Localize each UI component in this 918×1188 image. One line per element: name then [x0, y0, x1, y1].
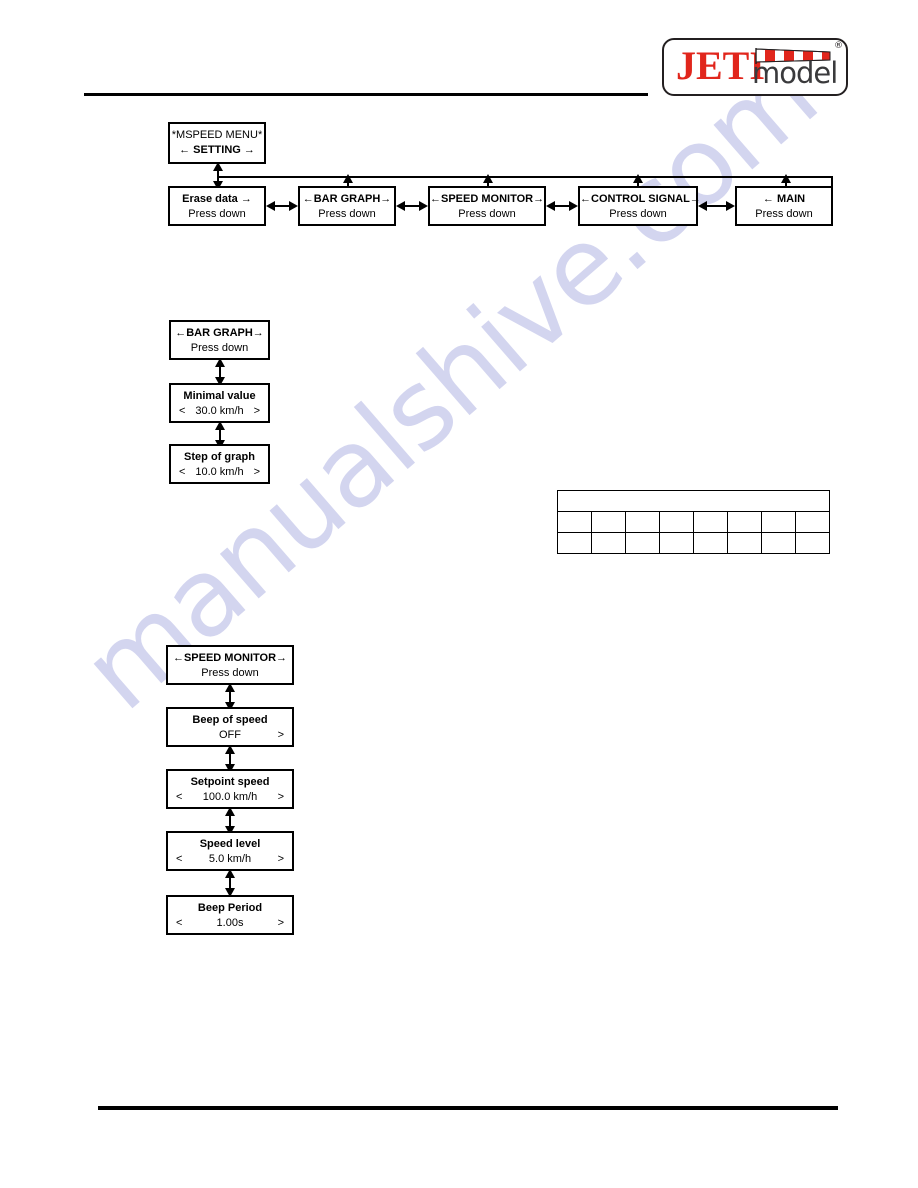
step-value-row[interactable]: < 10.0 km/h > — [171, 465, 268, 480]
menu-box-line1: ←BAR GRAPH→ — [175, 327, 264, 339]
step-title: Beep of speed — [192, 714, 268, 726]
table-cell — [727, 532, 762, 554]
menu-box-control-signal[interactable]: ←CONTROL SIGNAL→ Press down — [578, 186, 701, 226]
speedmonitor-step-beep-period[interactable]: Beep Period < 1.00s > — [166, 895, 294, 935]
menu-box-line2: ← SETTING → — [179, 144, 255, 156]
step-title: Beep Period — [197, 902, 263, 914]
header-divider — [84, 93, 648, 96]
increment-chevron-icon[interactable]: > — [278, 728, 284, 743]
decrement-chevron-icon[interactable]: < — [176, 790, 182, 805]
table-cell — [727, 511, 762, 533]
step-value-row[interactable]: < 1.00s > — [168, 916, 292, 931]
speedmonitor-step-beep-of-speed[interactable]: Beep of speed OFF > — [166, 707, 294, 747]
increment-chevron-icon[interactable]: > — [278, 790, 284, 805]
menu-box-line1: ←SPEED MONITOR→ — [430, 193, 545, 205]
step-value-row[interactable]: < 30.0 km/h > — [171, 404, 268, 419]
table-cell — [795, 511, 830, 533]
bargraph-step-step-of-graph[interactable]: Step of graph < 10.0 km/h > — [169, 444, 270, 484]
step-value: OFF — [219, 729, 241, 741]
menu-box-line1: ←BAR GRAPH→ — [302, 193, 392, 205]
step-value: 100.0 km/h — [202, 791, 258, 803]
menu-box-speed-monitor[interactable]: ←SPEED MONITOR→ Press down — [428, 186, 546, 226]
step-value-row[interactable]: < 100.0 km/h > — [168, 790, 292, 805]
arrow-erase-to-bargraph — [266, 201, 298, 211]
menu-box-line2: Press down — [318, 208, 376, 220]
decrement-chevron-icon[interactable]: < — [179, 465, 185, 480]
speedmonitor-step-speed-level[interactable]: Speed level < 5.0 km/h > — [166, 831, 294, 871]
menu-box-line2: Press down — [609, 208, 667, 220]
table-cell — [761, 532, 796, 554]
increment-chevron-icon[interactable]: > — [254, 404, 260, 419]
table-cell — [557, 532, 592, 554]
table-cell — [693, 532, 728, 554]
increment-chevron-icon[interactable]: > — [278, 852, 284, 867]
decrement-chevron-icon[interactable]: < — [179, 404, 185, 419]
bargraph-step-minimal-value[interactable]: Minimal value < 30.0 km/h > — [169, 383, 270, 423]
table-cell — [557, 511, 592, 533]
decrement-chevron-icon[interactable]: < — [176, 916, 182, 931]
menu-box-erase-data[interactable]: Erase data → Press down — [168, 186, 266, 226]
bargraph-branch-head[interactable]: ←BAR GRAPH→ Press down — [169, 320, 270, 360]
table-cell — [625, 511, 660, 533]
menu-box-line1: ←CONTROL SIGNAL→ — [580, 193, 701, 205]
document-page: manualshive.com JETI model ® *MSPEED MEN… — [0, 0, 918, 1188]
menu-box-line2: Press down — [755, 208, 813, 220]
step-value: 5.0 km/h — [208, 853, 252, 865]
table-cell — [659, 511, 694, 533]
menu-box-bar-graph[interactable]: ←BAR GRAPH→ Press down — [298, 186, 396, 226]
decrement-chevron-icon[interactable]: < — [176, 852, 182, 867]
registered-trademark-icon: ® — [834, 41, 843, 51]
arrow-speed-level-to-beep-period — [225, 869, 235, 897]
menu-box-line2: Press down — [190, 342, 249, 354]
arrow-controlsignal-to-main — [698, 201, 735, 211]
menu-box-line1: Erase data → — [182, 193, 252, 205]
menu-box-line1: *MSPEED MENU* — [171, 129, 263, 141]
menu-box-line1: ← MAIN — [762, 193, 806, 205]
table-cell — [591, 532, 626, 554]
arrow-speedmonitor-to-controlsignal — [546, 201, 578, 211]
speedmonitor-step-setpoint-speed[interactable]: Setpoint speed < 100.0 km/h > — [166, 769, 294, 809]
table-row — [557, 532, 830, 554]
table-row — [557, 511, 830, 533]
step-value-row[interactable]: < 5.0 km/h > — [168, 852, 292, 867]
table-cell — [761, 511, 796, 533]
step-value-row[interactable]: OFF > — [168, 728, 292, 743]
speedmonitor-branch-head[interactable]: ←SPEED MONITOR→ Press down — [166, 645, 294, 685]
increment-chevron-icon[interactable]: > — [254, 465, 260, 480]
return-bus-line — [217, 176, 833, 178]
menu-box-main[interactable]: ← MAIN Press down — [735, 186, 833, 226]
step-title: Setpoint speed — [190, 776, 270, 788]
table-header-row — [557, 490, 830, 512]
menu-box-line1: ←SPEED MONITOR→ — [172, 652, 288, 664]
increment-chevron-icon[interactable]: > — [278, 916, 284, 931]
jeti-model-logo: JETI model ® — [662, 38, 848, 96]
step-title: Step of graph — [184, 451, 255, 463]
menu-box-line2: Press down — [188, 208, 246, 220]
logo-subbrand-text: model — [752, 56, 838, 90]
step-title: Minimal value — [183, 390, 256, 402]
menu-box-line2: Press down — [458, 208, 516, 220]
arrow-bargraph-head-to-minimal-value — [215, 358, 225, 386]
table-cell — [795, 532, 830, 554]
footer-divider — [98, 1106, 838, 1110]
table-cell — [591, 511, 626, 533]
table-cell — [659, 532, 694, 554]
step-value: 1.00s — [216, 917, 244, 929]
menu-box-mspeed-root[interactable]: *MSPEED MENU* ← SETTING → — [168, 122, 266, 164]
step-title: Speed level — [199, 838, 261, 850]
table-cell — [625, 532, 660, 554]
table-header-cell — [557, 490, 830, 512]
arrow-bargraph-to-speedmonitor — [396, 201, 428, 211]
menu-box-line2: Press down — [201, 667, 259, 679]
blank-data-table — [557, 490, 830, 554]
table-cell — [693, 511, 728, 533]
